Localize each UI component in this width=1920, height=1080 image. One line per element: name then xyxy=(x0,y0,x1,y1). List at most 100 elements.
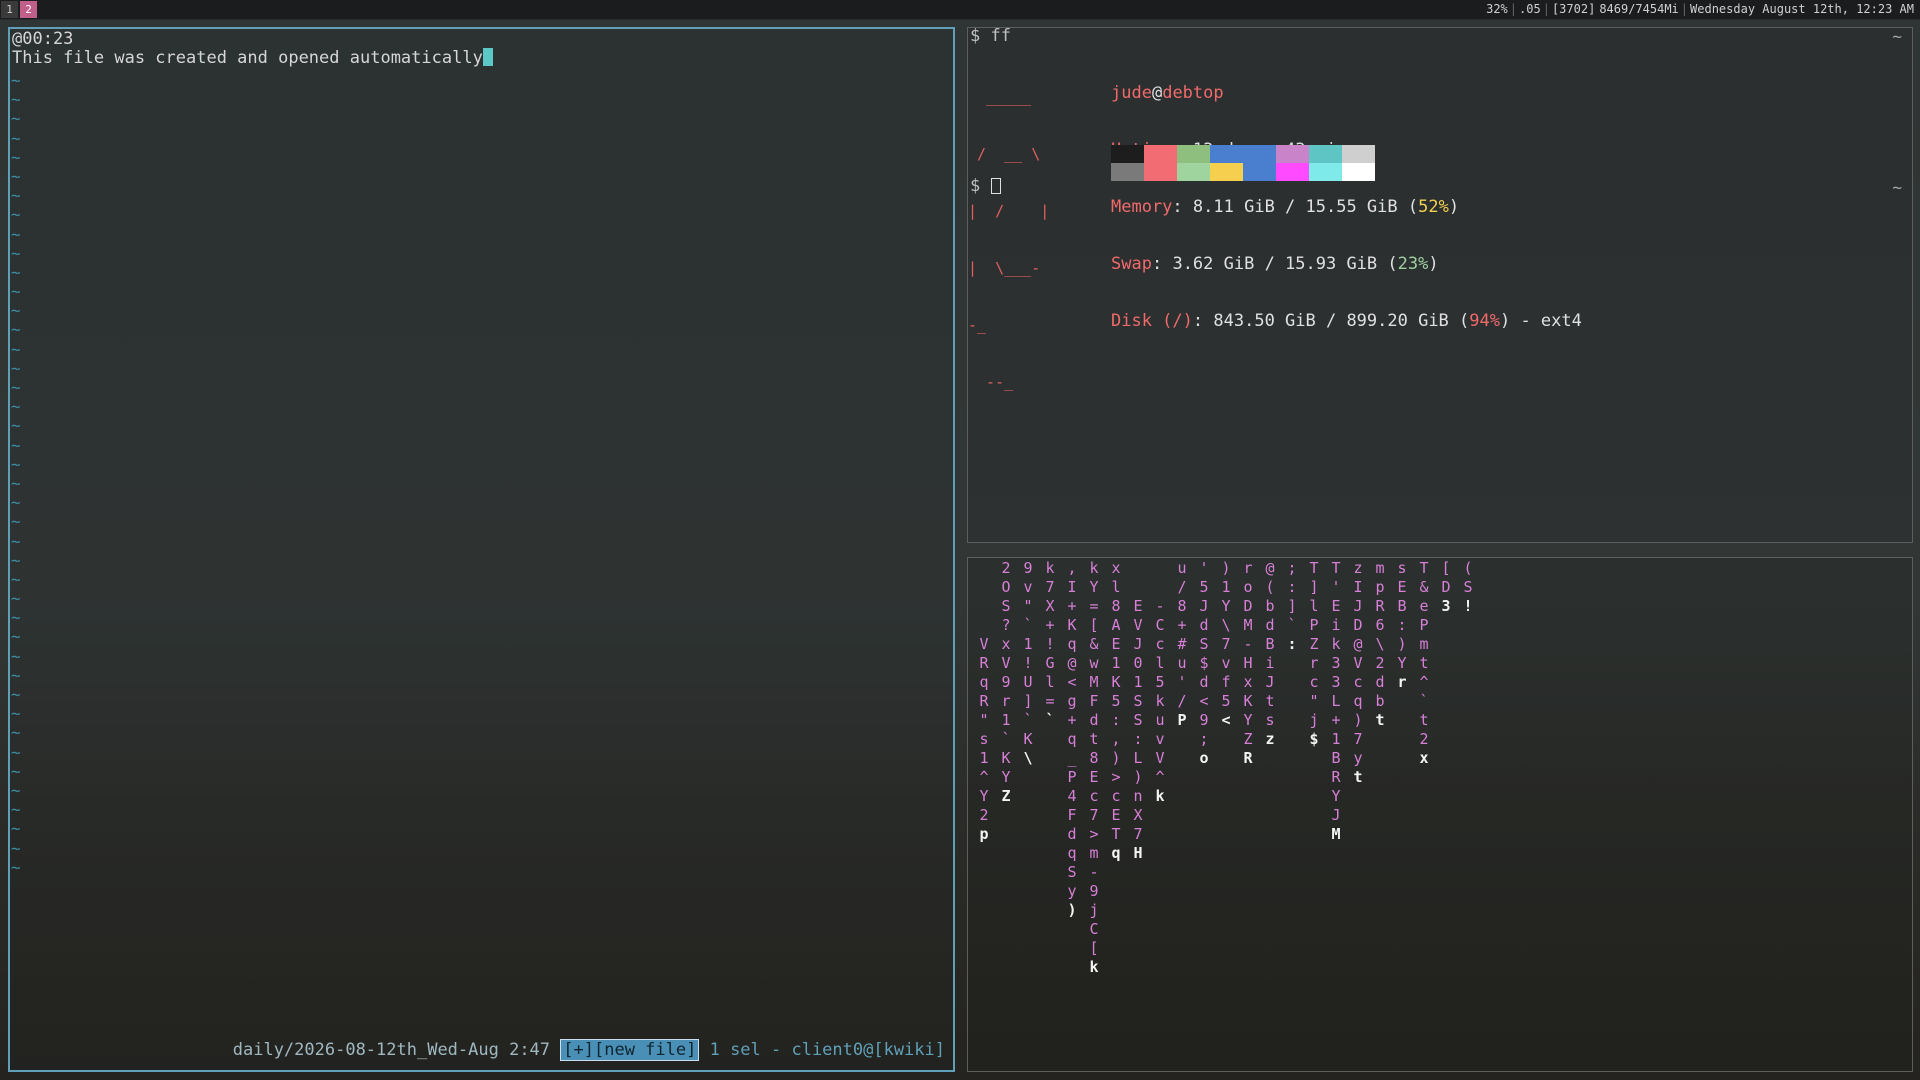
matrix-glyph: , xyxy=(1067,559,1077,577)
empty-line-tilde: ~ xyxy=(11,608,21,628)
matrix-glyph: ) xyxy=(1133,768,1143,786)
matrix-glyph: V xyxy=(1155,749,1165,767)
empty-line-tilde: ~ xyxy=(11,589,21,609)
workspace-2-button[interactable]: 2 xyxy=(20,1,37,18)
matrix-glyph: x xyxy=(1111,559,1121,577)
matrix-column: V Rq R " s 1 ^ Y 2 p xyxy=(976,635,992,844)
matrix-glyph: t xyxy=(1089,730,1099,748)
workspace-1-button[interactable]: 1 xyxy=(1,1,18,18)
matrix-glyph: m xyxy=(1375,559,1385,577)
editor-pane[interactable]: @00:23 This file was created and opened … xyxy=(8,27,955,1072)
empty-line-tilde: ~ xyxy=(11,800,21,820)
matrix-glyph: d xyxy=(1089,711,1099,729)
matrix-glyph: ) xyxy=(1221,559,1231,577)
matrix-glyph: ? xyxy=(1001,616,1011,634)
matrix-glyph: D xyxy=(1353,616,1363,634)
matrix-glyph: u xyxy=(1177,559,1187,577)
empty-line-tilde: ~ xyxy=(11,147,21,167)
matrix-glyph: ] xyxy=(1309,578,1319,596)
matrix-glyph: l xyxy=(1309,597,1319,615)
matrix-column: T] l P Zr c " j $ xyxy=(1306,559,1322,749)
active-prompt-line[interactable]: $ xyxy=(970,176,1001,196)
matrix-glyph: 1 xyxy=(1023,635,1033,653)
matrix-column: E V J 0 1 S S: L) n X 7 H xyxy=(1130,597,1146,863)
matrix-glyph: 1 xyxy=(1221,578,1231,596)
matrix-glyph: S xyxy=(1067,863,1077,881)
matrix-column: k Y =[& w M Fd t 8 Ec 7 > m -9 j C[k xyxy=(1086,559,1102,977)
matrix-rain-pane[interactable]: V Rq R " s 1 ^ Y 2 p 2 O S? x V 9 r 1 ` K Y Z 9 v " ` 1! U] ` K \ k 7 X +!… xyxy=(967,557,1913,1072)
matrix-glyph: @ xyxy=(1353,635,1363,653)
color-swatch xyxy=(1309,145,1342,163)
matrix-glyph: l xyxy=(1155,654,1165,672)
text-cursor xyxy=(482,48,493,66)
color-swatch xyxy=(1309,163,1342,181)
matrix-glyph: \ xyxy=(1221,616,1231,634)
matrix-column: , I + Kq @ < g + q _ P 4 Fd q Sy) xyxy=(1064,559,1080,920)
matrix-glyph: t xyxy=(1419,654,1429,672)
empty-line-tilde: ~ xyxy=(11,282,21,302)
matrix-glyph: Y xyxy=(1221,597,1231,615)
color-swatch xyxy=(1342,145,1375,163)
editor-text-line[interactable]: This file was created and opened automat… xyxy=(12,48,493,68)
matrix-glyph: ) xyxy=(1397,635,1407,653)
matrix-glyph: j xyxy=(1309,711,1319,729)
matrix-column: (S! xyxy=(1460,559,1476,616)
matrix-glyph: r xyxy=(1309,654,1319,672)
color-swatch xyxy=(1144,145,1177,163)
color-swatch xyxy=(1111,163,1144,181)
matrix-glyph: B xyxy=(1331,749,1341,767)
matrix-glyph: R xyxy=(979,692,989,710)
terminal-cursor xyxy=(990,178,1001,194)
matrix-glyph: / xyxy=(1177,578,1187,596)
matrix-glyph: P xyxy=(1177,711,1187,729)
empty-line-tilde: ~ xyxy=(11,320,21,340)
matrix-glyph: \ xyxy=(1375,635,1385,653)
matrix-glyph: E xyxy=(1089,768,1099,786)
matrix-glyph: # xyxy=(1177,635,1187,653)
matrix-glyph: 1 xyxy=(1001,711,1011,729)
matrix-glyph: 8 xyxy=(1177,597,1187,615)
matrix-glyph: = xyxy=(1045,692,1055,710)
process-count: [3702] xyxy=(1551,2,1596,16)
date-time: Wednesday August 12th, 12:23 AM xyxy=(1690,2,1914,16)
matrix-glyph: K xyxy=(1001,749,1011,767)
matrix-glyph: ( xyxy=(1265,578,1275,596)
matrix-glyph: U xyxy=(1023,673,1033,691)
matrix-glyph: 4 xyxy=(1067,787,1077,805)
matrix-glyph: 3 xyxy=(1331,673,1341,691)
disk-line: Disk (/): 843.50 GiB / 899.20 GiB (94%) … xyxy=(1111,311,1582,331)
matrix-glyph: 6 xyxy=(1375,616,1385,634)
matrix-glyph: o xyxy=(1243,578,1253,596)
matrix-glyph: d xyxy=(1199,673,1209,691)
matrix-glyph: Y xyxy=(1001,768,1011,786)
matrix-glyph: j xyxy=(1089,901,1099,919)
matrix-glyph: \ xyxy=(1023,749,1033,767)
matrix-glyph: Z xyxy=(1001,787,1011,805)
command-text: ff xyxy=(990,26,1011,46)
matrix-glyph: D xyxy=(1441,578,1451,596)
matrix-glyph: ! xyxy=(1045,635,1055,653)
matrix-glyph: x xyxy=(1419,749,1429,767)
empty-line-tilde: ~ xyxy=(11,646,21,666)
matrix-glyph: ' xyxy=(1177,673,1187,691)
matrix-glyph: V xyxy=(1133,616,1143,634)
terminal-pane[interactable]: $ ff ~ _____ / __ \ | / | | \___- -_ --_… xyxy=(967,26,1913,543)
color-swatch xyxy=(1243,145,1276,163)
matrix-glyph: Z xyxy=(1309,635,1319,653)
matrix-glyph: 8 xyxy=(1111,597,1121,615)
matrix-glyph: H xyxy=(1243,654,1253,672)
matrix-glyph: c xyxy=(1353,673,1363,691)
color-swatch xyxy=(1210,145,1243,163)
matrix-glyph: d xyxy=(1265,616,1275,634)
matrix-glyph: 7 xyxy=(1089,806,1099,824)
matrix-glyph: < xyxy=(1067,673,1077,691)
matrix-glyph: S xyxy=(1199,635,1209,653)
empty-line-tilde: ~ xyxy=(11,550,21,570)
empty-line-tilde: ~ xyxy=(11,435,21,455)
matrix-glyph: : xyxy=(1287,635,1297,653)
matrix-glyph: I xyxy=(1353,578,1363,596)
debian-logo: _____ / __ \ | / | | \___- -_ --_ xyxy=(968,88,1050,391)
matrix-glyph: ) xyxy=(1111,749,1121,767)
color-swatch xyxy=(1177,145,1210,163)
command-line: $ ff xyxy=(970,26,1011,46)
